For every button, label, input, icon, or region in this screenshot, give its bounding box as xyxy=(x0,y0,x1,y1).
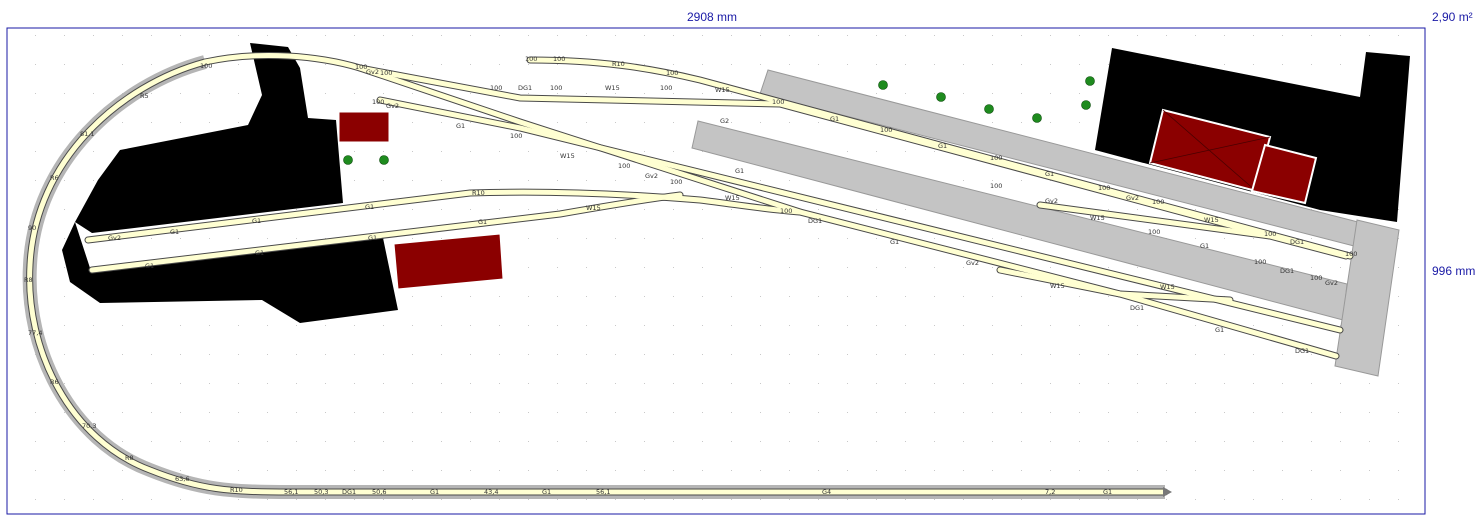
track-label: 100 xyxy=(666,69,678,77)
track-label: G1 xyxy=(145,262,154,270)
track-label: W15 xyxy=(1090,214,1105,222)
track-label: 77,4 xyxy=(28,329,42,337)
track-label: 100 xyxy=(990,154,1002,162)
track-label: G1 xyxy=(478,218,487,226)
track-label: R6 xyxy=(50,378,59,386)
track-label: R5 xyxy=(140,92,149,100)
track-label: G1 xyxy=(1215,326,1224,334)
track-label: DG1 xyxy=(1295,347,1309,355)
track-label: G1 xyxy=(830,115,839,123)
track-label: 50,3 xyxy=(314,488,328,496)
track-label: R8 xyxy=(125,454,134,462)
track-label: 63,6 xyxy=(175,475,189,483)
track-label: 100 xyxy=(372,98,384,106)
track-label: 100 xyxy=(200,62,212,70)
track-label: W15 xyxy=(1050,282,1065,290)
track-label: 90 xyxy=(28,224,36,232)
track-label: 50,6 xyxy=(372,488,386,496)
track-label: 100 xyxy=(490,84,502,92)
track-label: W15 xyxy=(1204,216,1219,224)
track-label: G1 xyxy=(255,249,264,257)
track-label: G1 xyxy=(890,238,899,246)
track-label: G1 xyxy=(365,203,374,211)
track-label: G2 xyxy=(720,117,729,125)
track-label: R10 xyxy=(472,189,485,197)
track-label: 70,3 xyxy=(82,422,96,430)
track-label: R10 xyxy=(612,60,625,68)
track-label: G1 xyxy=(542,488,551,496)
track-label: DG1 xyxy=(1130,304,1144,312)
track-label: 100 xyxy=(990,182,1002,190)
track-label: Gv2 xyxy=(1325,279,1338,287)
track-label: G1 xyxy=(170,228,179,236)
building-shed[interactable] xyxy=(393,233,504,290)
track-label: 100 xyxy=(1148,228,1160,236)
track-label: 100 xyxy=(525,55,537,63)
track-label: 100 xyxy=(772,98,784,106)
track-label: W15 xyxy=(715,86,730,94)
track-label: 56,1 xyxy=(284,488,298,496)
track-label: G1 xyxy=(735,167,744,175)
track-label: 100 xyxy=(880,126,892,134)
track-label: 100 xyxy=(1345,250,1357,258)
layout-plan-canvas[interactable]: 100 R5 81,1 R6 90 R8 77,4 R6 70,3 R8 63,… xyxy=(0,0,1484,526)
track-label: G1 xyxy=(1045,170,1054,178)
track-label: G1 xyxy=(938,142,947,150)
track-label: G1 xyxy=(252,217,261,225)
track-label: 56,1 xyxy=(596,488,610,496)
track-label: 100 xyxy=(380,69,392,77)
track-label: 7,2 xyxy=(1045,488,1055,496)
track-label: 43,4 xyxy=(484,488,498,496)
track-label: G1 xyxy=(1103,488,1112,496)
track-label: DG1 xyxy=(518,84,532,92)
track-label: W15 xyxy=(1160,283,1175,291)
track-label: W15 xyxy=(725,194,740,202)
track-label: DG1 xyxy=(1280,267,1294,275)
track-label: R6 xyxy=(50,174,59,182)
track-label: G1 xyxy=(456,122,465,130)
track-label: 100 xyxy=(1254,258,1266,266)
track-label: 100 xyxy=(670,178,682,186)
track-label: 100 xyxy=(1310,274,1322,282)
track-label: DG1 xyxy=(1290,238,1304,246)
track-label: Gv2 xyxy=(1126,194,1139,202)
track-label: DG1 xyxy=(808,217,822,225)
track-label: 81,1 xyxy=(80,130,94,138)
track-label: Gv2 xyxy=(966,259,979,267)
track-label: G4 xyxy=(822,488,831,496)
track-label: 100 xyxy=(1098,184,1110,192)
track-label: W15 xyxy=(586,204,601,212)
track-label: DG1 xyxy=(342,488,356,496)
track-label: Gv2 xyxy=(366,68,379,76)
track-label: W15 xyxy=(560,152,575,160)
track-label: G1 xyxy=(368,234,377,242)
track-label: 100 xyxy=(780,207,792,215)
track-label: 100 xyxy=(660,84,672,92)
building-small[interactable] xyxy=(338,111,390,143)
track-label: Gv2 xyxy=(1045,197,1058,205)
track-label: Gv2 xyxy=(386,102,399,110)
track-label: 100 xyxy=(618,162,630,170)
track-label: G1 xyxy=(430,488,439,496)
track-label: Gv2 xyxy=(108,234,121,242)
track-label: R8 xyxy=(24,276,33,284)
track-label: 100 xyxy=(1264,230,1276,238)
track-label: 100 xyxy=(553,55,565,63)
track-label: 100 xyxy=(550,84,562,92)
track-label: Gv2 xyxy=(645,172,658,180)
track-label: 100 xyxy=(510,132,522,140)
track-label: 100 xyxy=(1152,198,1164,206)
track-label: G1 xyxy=(1200,242,1209,250)
track-label: W15 xyxy=(605,84,620,92)
track-label: R10 xyxy=(230,486,243,494)
